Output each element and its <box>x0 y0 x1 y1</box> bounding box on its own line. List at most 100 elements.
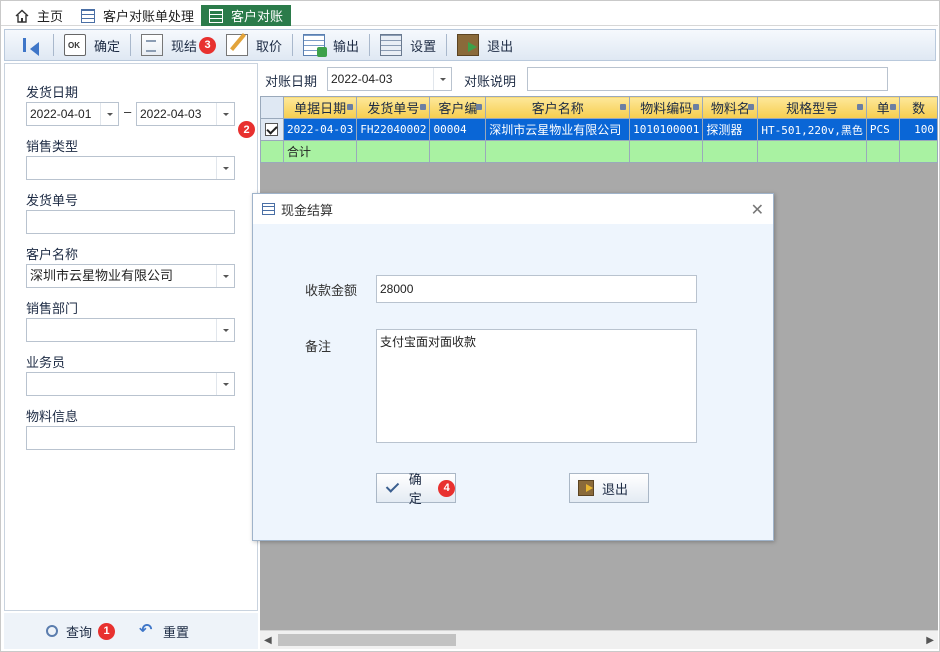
amount-label: 收款金额 <box>305 283 358 298</box>
row-indicator-header <box>260 96 284 119</box>
column-header[interactable]: 物料编码 <box>629 96 704 119</box>
export-label: 输出 <box>333 38 360 54</box>
lock-icon <box>693 104 700 110</box>
filter-actions: 查询 1 重置 <box>4 613 258 649</box>
amount-input[interactable]: 28000 <box>376 275 697 303</box>
dialog-ok-button[interactable]: 确定 4 <box>376 472 456 506</box>
home-icon <box>15 9 29 23</box>
amount-value: 28000 <box>380 282 414 296</box>
table-cell[interactable]: 深圳市云星物业有限公司 <box>485 118 631 141</box>
tab-bar: 主页 客户对账单处理 客户对账 <box>1 1 938 26</box>
grid-icon <box>262 203 275 215</box>
scroll-right-icon[interactable]: ▶ <box>926 635 934 646</box>
checkbox-checked-icon[interactable] <box>265 123 279 136</box>
close-icon[interactable]: ✕ <box>751 200 764 220</box>
first-record-button[interactable] <box>5 31 51 59</box>
column-header[interactable]: 规格型号 <box>757 96 867 119</box>
settings-button[interactable]: 设置 <box>372 31 444 59</box>
grid-icon <box>81 8 95 23</box>
ship-no-label: 发货单号 <box>26 193 79 208</box>
toolbar-separator <box>292 34 294 56</box>
table-cell[interactable]: FH22040002 <box>356 118 431 141</box>
lock-icon <box>748 104 755 110</box>
scrollbar-thumb[interactable] <box>278 634 456 646</box>
column-header-label: 物料名 <box>710 101 750 116</box>
dialog-ok-label: 确定 <box>408 472 422 506</box>
table-cell[interactable]: 2022-04-03 <box>282 118 358 141</box>
ship-date-to-picker[interactable]: 2022-04-03 <box>136 102 235 126</box>
salesman-select[interactable] <box>26 372 235 396</box>
note-textarea[interactable]: 支付宝面对面收款 <box>376 329 697 443</box>
ok-icon <box>64 34 86 56</box>
chevron-down-icon[interactable] <box>433 68 451 90</box>
query-button[interactable]: 查询 1 <box>46 622 116 641</box>
exit-door-icon <box>578 480 594 496</box>
chevron-down-icon[interactable] <box>216 373 234 395</box>
recon-note-input[interactable] <box>527 67 888 91</box>
step-badge: 3 <box>199 36 217 54</box>
export-button[interactable]: 输出 <box>295 31 367 59</box>
column-header[interactable]: 数 <box>899 96 938 119</box>
dept-select[interactable] <box>26 318 235 342</box>
row-checkbox-cell[interactable] <box>260 118 284 141</box>
fetch-price-label: 取价 <box>256 38 283 54</box>
toolbar-separator <box>53 34 54 56</box>
table-row[interactable]: 2022-04-03 FH22040002 00004 深圳市云星物业有限公司 … <box>260 118 938 141</box>
confirm-label: 确定 <box>94 38 121 54</box>
column-header-label: 客户编 <box>438 101 478 116</box>
chevron-down-icon[interactable] <box>216 157 234 179</box>
recon-date-value: 2022-04-03 <box>331 72 393 86</box>
column-header[interactable]: 单 <box>865 96 901 119</box>
query-label: 查询 <box>66 624 93 640</box>
fetch-price-button[interactable]: 取价 <box>224 31 290 59</box>
table-cell[interactable]: 00004 <box>429 118 487 141</box>
dialog-exit-button[interactable]: 退出 <box>569 473 649 503</box>
customer-select[interactable]: 深圳市云星物业有限公司 <box>26 264 235 288</box>
customer-value: 深圳市云星物业有限公司 <box>30 268 174 283</box>
tab-home[interactable]: 主页 <box>7 5 71 26</box>
column-header[interactable]: 物料名 <box>702 96 759 119</box>
tab-customer-reconcile[interactable]: 客户对账 <box>201 5 292 26</box>
toolbar-separator <box>446 34 448 56</box>
exit-button[interactable]: 退出 <box>449 31 521 59</box>
column-header[interactable]: 客户编 <box>429 96 487 119</box>
table-cell[interactable]: 100 <box>899 118 938 141</box>
confirm-button[interactable]: 确定 <box>56 31 128 59</box>
table-cell[interactable]: HT-501,220v,黑色 <box>757 118 867 141</box>
salesman-label: 业务员 <box>26 355 66 370</box>
dept-label: 销售部门 <box>26 301 79 316</box>
sales-type-label: 销售类型 <box>26 139 79 154</box>
lock-icon <box>856 104 863 110</box>
table-cell[interactable]: PCS <box>865 118 901 141</box>
chevron-down-icon[interactable] <box>216 265 234 287</box>
settings-icon <box>380 34 403 56</box>
tab-customer-reconcile-label: 客户对账 <box>231 9 284 24</box>
statement-table: 单据日期 发货单号 客户编 客户名称 物料编码 物料名 规格型号 单 数 202… <box>260 96 938 163</box>
ship-date-from-picker[interactable]: 2022-04-01 <box>26 102 119 126</box>
recon-note-label: 对账说明 <box>464 74 517 89</box>
recon-date-picker[interactable]: 2022-04-03 <box>327 67 452 91</box>
scroll-left-icon[interactable]: ◀ <box>264 635 272 646</box>
column-header[interactable]: 发货单号 <box>356 96 431 119</box>
table-cell[interactable]: 1010100001 <box>629 118 704 141</box>
date-range-separator: – <box>124 104 132 119</box>
column-header[interactable]: 客户名称 <box>485 96 631 119</box>
chevron-down-icon[interactable] <box>100 103 118 125</box>
undo-icon <box>139 620 155 640</box>
settle-button[interactable]: 现结 3 <box>133 31 224 59</box>
reset-button[interactable]: 重置 <box>139 620 189 641</box>
lock-icon <box>890 104 897 110</box>
column-header[interactable]: 单据日期 <box>282 96 358 119</box>
ship-no-input[interactable] <box>26 210 235 234</box>
chevron-down-icon[interactable] <box>216 319 234 341</box>
horizontal-scrollbar[interactable]: ◀ ▶ <box>260 630 938 649</box>
check-icon <box>385 480 401 496</box>
dialog-title-bar: 现金结算 <box>253 194 773 224</box>
chevron-down-icon[interactable] <box>216 103 234 125</box>
material-input[interactable] <box>26 426 235 450</box>
column-header-label: 单 <box>876 101 890 116</box>
sales-type-select[interactable] <box>26 156 235 180</box>
tab-customer-statement[interactable]: 客户对账单处理 <box>73 5 202 26</box>
material-label: 物料信息 <box>26 409 79 424</box>
table-cell[interactable]: 探测器 <box>702 118 759 141</box>
